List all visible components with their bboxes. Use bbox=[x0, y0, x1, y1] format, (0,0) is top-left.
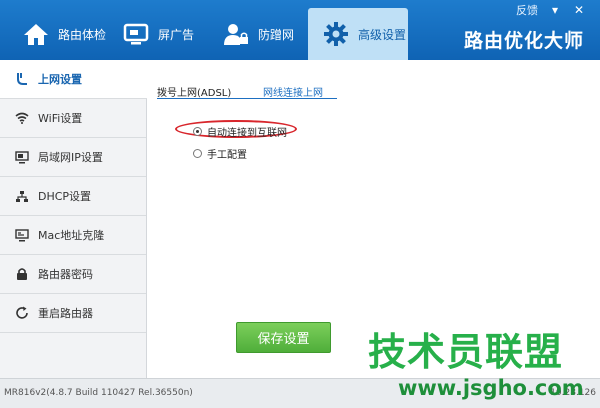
sidebar-item-lan-ip-settings[interactable]: 局域网IP设置 bbox=[0, 138, 146, 177]
sidebar-item-wifi-settings[interactable]: WiFi设置 bbox=[0, 99, 146, 138]
save-settings-button[interactable]: 保存设置 bbox=[236, 322, 331, 353]
sidebar-item-label: Mac地址克隆 bbox=[38, 229, 105, 242]
subtab-adsl-dialup[interactable]: 拨号上网(ADSL) bbox=[157, 84, 231, 99]
radio-manual-config[interactable]: 手工配置 bbox=[193, 146, 247, 161]
close-button[interactable]: ✕ bbox=[570, 2, 588, 18]
radio-label: 手工配置 bbox=[207, 150, 247, 161]
top-navigation-bar: 反馈 ▾ ✕ 路由体检 屏广告 防蹭网 高级设置 路由优化大师 bbox=[0, 0, 600, 60]
tab-router-checkup[interactable]: 路由体检 bbox=[8, 8, 108, 60]
radio-label: 自动连接到互联网 bbox=[207, 128, 287, 139]
minimize-button[interactable]: ▾ bbox=[546, 2, 564, 18]
tab-label: 高级设置 bbox=[358, 27, 407, 42]
sidebar-item-label: WiFi设置 bbox=[38, 112, 83, 125]
home-icon bbox=[22, 20, 50, 48]
sidebar-item-dhcp-settings[interactable]: DHCP设置 bbox=[0, 177, 146, 216]
app-brand-title: 路由优化大师 bbox=[463, 30, 584, 52]
sidebar-item-label: DHCP设置 bbox=[38, 190, 92, 203]
gear-icon bbox=[322, 20, 350, 48]
watermark-logo-text: 技术员联盟 bbox=[368, 330, 564, 374]
radio-button[interactable] bbox=[193, 127, 202, 136]
firmware-version-text: MR816v2(4.8.7 Build 110427 Rel.36550n) bbox=[4, 388, 193, 398]
tab-anti-leech[interactable]: 防蹭网 bbox=[208, 8, 308, 60]
tab-block-ads[interactable]: 屏广告 bbox=[108, 8, 208, 60]
sidebar-item-mac-clone[interactable]: Mac地址克隆 bbox=[0, 216, 146, 255]
lan-icon bbox=[14, 149, 30, 165]
tab-label: 防蹭网 bbox=[258, 27, 295, 42]
sidebar: 上网设置 WiFi设置 局域网IP设置 DHCP设置 Mac地址克隆 路由器密码 bbox=[0, 60, 147, 378]
wifi-icon bbox=[14, 110, 30, 126]
tab-label: 路由体检 bbox=[58, 27, 107, 42]
sidebar-item-label: 路由器密码 bbox=[38, 268, 93, 281]
internet-plug-icon bbox=[14, 71, 30, 87]
tab-advanced-settings[interactable]: 高级设置 bbox=[308, 8, 408, 60]
radio-button[interactable] bbox=[193, 149, 202, 158]
connection-type-tabs: 拨号上网(ADSL) 网线连接上网 bbox=[157, 82, 337, 99]
lock-icon bbox=[14, 266, 30, 282]
subtab-cable-connection[interactable]: 网线连接上网 bbox=[263, 84, 323, 99]
sidebar-item-router-password[interactable]: 路由器密码 bbox=[0, 255, 146, 294]
radio-auto-connect[interactable]: 自动连接到互联网 bbox=[193, 124, 287, 139]
watermark-url: www.jsgho.com bbox=[398, 376, 584, 400]
restart-icon bbox=[14, 305, 30, 321]
sidebar-item-internet-settings[interactable]: 上网设置 bbox=[0, 60, 147, 99]
sidebar-item-label: 重启路由器 bbox=[38, 307, 93, 320]
sidebar-item-restart-router[interactable]: 重启路由器 bbox=[0, 294, 146, 333]
sidebar-item-label: 上网设置 bbox=[38, 73, 82, 86]
user-lock-icon bbox=[222, 20, 250, 48]
monitor-icon bbox=[14, 227, 30, 243]
tab-label: 屏广告 bbox=[158, 27, 195, 42]
screen-icon bbox=[122, 20, 150, 48]
feedback-link[interactable]: 反馈 bbox=[516, 2, 538, 18]
dhcp-network-icon bbox=[14, 188, 30, 204]
sidebar-item-label: 局域网IP设置 bbox=[38, 151, 103, 164]
